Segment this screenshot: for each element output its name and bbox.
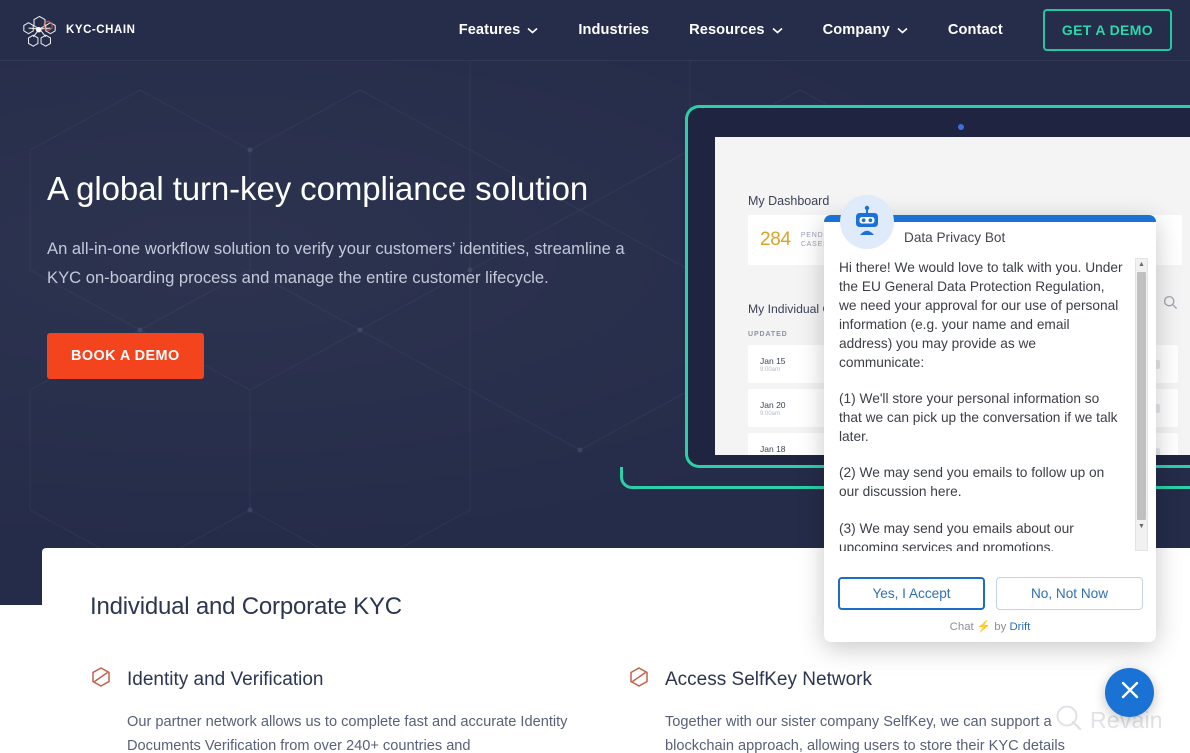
scrollbar-thumb[interactable] [1137,272,1146,520]
hexagon-outline-icon [90,666,112,694]
page-root: KYC-CHAIN Features Industries Resources … [0,0,1190,753]
chat-message-body: Hi there! We would love to talk with you… [839,258,1142,551]
brand-name-text: KYC-CHAIN [66,24,136,36]
brand-logo-link[interactable]: KYC-CHAIN [16,7,135,54]
hexagon-outline-icon [628,666,650,694]
nav-item-label: Contact [947,22,1003,38]
laptop-camera-dot [958,124,964,130]
chat-actions: Yes, I Accept No, Not Now [838,577,1143,610]
scroll-down-arrow-icon[interactable]: ▼ [1138,521,1145,533]
chat-message: (3) We may send you emails about our upc… [839,520,1074,551]
column-header-updated: UPDATED [748,331,788,338]
chat-message: Hi there! We would love to talk with you… [839,260,1123,371]
close-x-icon [1119,679,1141,706]
feature-title: Access SelfKey Network [665,669,872,690]
nav-item-label: Resources [689,22,765,38]
chat-bot-name: Data Privacy Bot [904,230,1006,245]
nav-item-company[interactable]: Company [803,0,928,61]
chat-message: (1) We'll store your personal informatio… [839,391,1118,445]
cell-updated: Jan 15 9:00am [760,355,786,373]
drift-brand-link[interactable]: Drift [1009,621,1030,633]
feature-head: Identity and Verification [90,666,572,694]
book-a-demo-button[interactable]: BOOK A DEMO [47,332,204,379]
nav-item-label: Company [822,22,890,38]
revain-logo-icon [1054,703,1084,738]
dashboard-title: My Dashboard [748,194,830,208]
chevron-down-icon [897,22,908,38]
nav-item-resources[interactable]: Resources [669,0,803,61]
search-icon[interactable] [1163,295,1178,315]
chat-scrollbar[interactable]: ▲ ▼ [1135,258,1148,551]
hexagon-network-logo-icon [23,15,56,47]
section-title: Individual and Corporate KYC [90,593,402,620]
drift-chat-widget: Data Privacy Bot Hi there! We would love… [824,195,1156,642]
nav-item-label: Industries [578,22,650,38]
hero-copy: A global turn-key compliance solution An… [47,168,647,379]
close-chat-button[interactable] [1105,668,1154,717]
nav-item-features[interactable]: Features [439,0,559,61]
features-grid: Identity and Verification Our partner ne… [90,666,1110,753]
feature-title: Identity and Verification [127,669,324,690]
get-a-demo-button[interactable]: GET A DEMO [1042,9,1172,51]
top-navigation-bar: KYC-CHAIN Features Industries Resources … [0,0,1190,61]
feature-head: Access SelfKey Network [628,666,1110,694]
hero-subtitle: An all-in-one workflow solution to verif… [47,239,625,288]
cell-updated: Jan 20 9:00am [760,399,786,417]
feature-identity-and-verification: Identity and Verification Our partner ne… [90,666,572,753]
decline-button[interactable]: No, Not Now [996,577,1143,610]
chevron-down-icon [527,22,538,38]
chat-footer-prefix: Chat [949,621,974,633]
hero-title: A global turn-key compliance solution [47,170,589,207]
nav-item-industries[interactable]: Industries [558,0,669,61]
accept-button[interactable]: Yes, I Accept [838,577,985,610]
nav-links: Features Industries Resources Company Co… [439,0,1172,61]
chat-footer: Chat ⚡ by Drift [824,619,1156,633]
stat-value: 284 [760,229,791,250]
chat-footer-middle: by [994,621,1007,633]
chevron-down-icon [772,22,783,38]
nav-item-label: Features [458,22,521,38]
lightning-bolt-icon: ⚡ [976,621,992,633]
robot-icon [840,195,894,249]
scroll-up-arrow-icon[interactable]: ▲ [1138,259,1145,271]
feature-body: Together with our sister company SelfKey… [665,714,1065,753]
feature-body: Our partner network allows us to complet… [127,714,568,753]
chat-message: (2) We may send you emails to follow up … [839,465,1105,500]
cell-updated: Jan 18 9:00am [760,443,786,456]
nav-item-contact[interactable]: Contact [928,0,1023,61]
feature-access-selfkey-network: Access SelfKey Network Together with our… [628,666,1110,753]
